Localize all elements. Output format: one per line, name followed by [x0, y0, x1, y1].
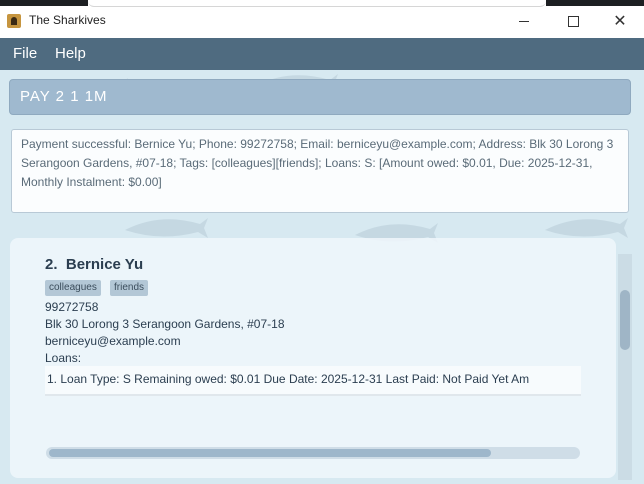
person-name-text: Bernice Yu [65, 256, 144, 273]
loan-text: 1. Loan Type: S Remaining owed: $0.01 Du… [47, 372, 530, 386]
maximize-button[interactable] [561, 10, 585, 32]
command-input[interactable]: PAY 2 1 1M [9, 79, 631, 115]
phone-field: 99272758 [45, 300, 99, 314]
close-button[interactable]: ✕ [608, 10, 632, 32]
person-card[interactable]: 2. Bernice Yu colleagues friends 9927275… [26, 248, 586, 474]
command-text: PAY 2 1 1M [20, 88, 108, 105]
background-window-edge [546, 0, 644, 6]
result-display: Payment successful: Bernice Yu; Phone: 9… [11, 129, 629, 213]
email-field: berniceyu@example.com [45, 334, 181, 348]
menu-help[interactable]: Help [55, 45, 86, 62]
menu-bar: File Help [0, 38, 644, 70]
address-field: Blk 30 Lorong 3 Serangoon Gardens, #07-1… [45, 317, 285, 331]
vertical-scrollbar[interactable] [618, 254, 632, 480]
person-name: 2. Bernice Yu [45, 256, 143, 273]
menu-file[interactable]: File [13, 45, 37, 62]
tag-friends: friends [110, 280, 149, 296]
result-text: Payment successful: Bernice Yu; Phone: 9… [21, 137, 614, 189]
tag-colleagues: colleagues [45, 280, 101, 296]
app-icon [7, 14, 21, 28]
vertical-scrollbar-thumb[interactable] [620, 290, 630, 350]
minimize-button[interactable] [512, 10, 536, 32]
loan-row: 1. Loan Type: S Remaining owed: $0.01 Du… [45, 366, 581, 396]
window-titlebar: The Sharkives ✕ [0, 0, 644, 38]
background-window-edge [0, 0, 88, 6]
background-window-edge [88, 0, 546, 7]
loans-label: Loans: [45, 351, 82, 365]
main-content: PAY 2 1 1M Payment successful: Bernice Y… [0, 70, 644, 484]
window-title: The Sharkives [29, 13, 106, 27]
person-index: 2. [45, 256, 58, 273]
horizontal-scrollbar-thumb[interactable] [49, 449, 491, 457]
